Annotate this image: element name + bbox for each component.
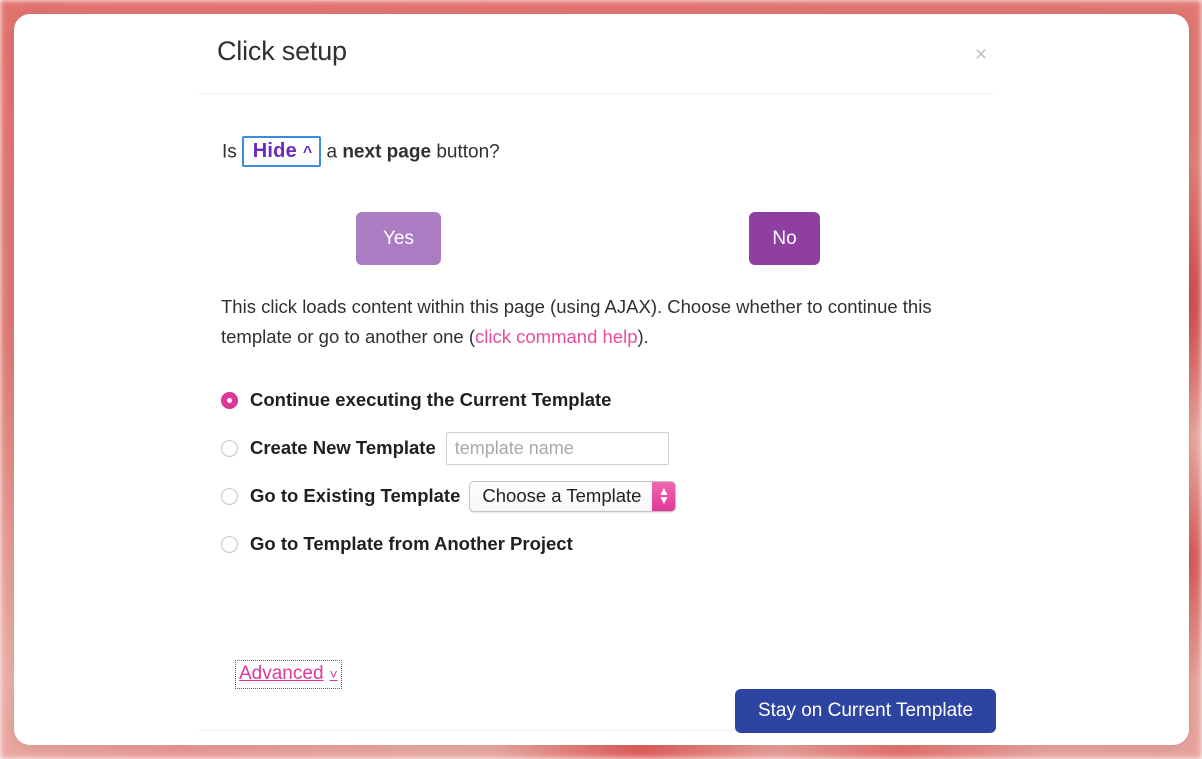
- option-label: Go to Template from Another Project: [250, 533, 573, 554]
- template-name-input[interactable]: [445, 431, 669, 465]
- option-continue-current-template[interactable]: Continue executing the Current Template: [221, 376, 921, 424]
- question-lead: Is: [222, 141, 237, 163]
- radio-continue-current-template[interactable]: [221, 391, 238, 409]
- no-button[interactable]: No: [749, 212, 820, 265]
- yes-button[interactable]: Yes: [356, 212, 441, 265]
- stay-on-current-template-button[interactable]: Stay on Current Template: [735, 689, 996, 733]
- option-go-to-template-another-project[interactable]: Go to Template from Another Project: [221, 520, 921, 568]
- question-middle: a: [326, 141, 338, 163]
- question-tail: button?: [436, 141, 500, 163]
- select-value: Choose a Template: [482, 485, 642, 506]
- radio-go-to-template-another-project[interactable]: [221, 535, 238, 553]
- option-go-to-existing-template[interactable]: Go to Existing Template Choose a Templat…: [221, 472, 921, 520]
- advanced-label: Advanced: [239, 663, 324, 684]
- advanced-toggle[interactable]: Advanced ˅: [235, 660, 342, 689]
- description-text: This click loads content within this pag…: [221, 292, 981, 352]
- template-options-group: Continue executing the Current Template …: [221, 376, 921, 568]
- chevron-down-glyph: ▼: [658, 493, 670, 507]
- click-command-help-link[interactable]: click command help: [475, 326, 637, 347]
- radio-go-to-existing-template[interactable]: [221, 487, 238, 505]
- option-label: Go to Existing Template: [250, 485, 461, 506]
- hide-chip-label: Hide: [252, 140, 297, 162]
- question-line: Is Hide ^ a next page button?: [222, 136, 500, 168]
- existing-template-select[interactable]: Choose a Template ▲ ▼: [469, 480, 677, 512]
- chevron-updown-icon: ▲ ▼: [652, 481, 676, 511]
- option-label: Continue executing the Current Template: [250, 389, 612, 410]
- chevron-down-icon: ˅: [329, 666, 338, 682]
- question-emphasis: next page: [342, 141, 432, 163]
- description-part2: ).: [637, 326, 649, 347]
- hide-element-chip[interactable]: Hide ^: [241, 136, 322, 167]
- click-setup-dialog: Click setup × Is Hide ^ a next page button?…: [14, 14, 1189, 745]
- option-create-new-template[interactable]: Create New Template: [221, 424, 921, 472]
- option-label: Create New Template: [250, 437, 436, 458]
- page-title: Click setup: [217, 36, 347, 66]
- close-icon[interactable]: ×: [968, 42, 994, 68]
- radio-create-new-template[interactable]: [221, 439, 238, 457]
- dialog-body: Is Hide ^ a next page button? Yes No This c…: [14, 93, 1189, 745]
- chevron-up-icon: ^: [302, 144, 313, 161]
- dialog-header: Click setup ×: [14, 14, 1189, 93]
